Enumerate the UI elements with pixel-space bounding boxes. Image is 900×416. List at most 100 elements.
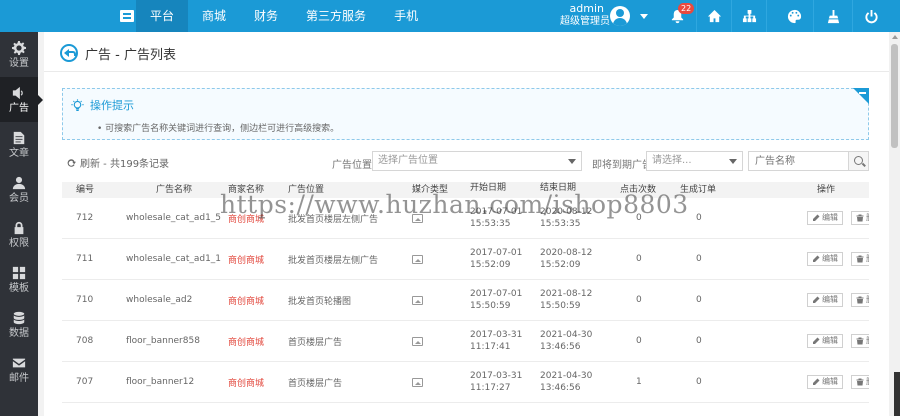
edit-button[interactable]: 编辑 (807, 334, 843, 348)
cell-position: 批发首页楼层左侧广告 (288, 214, 379, 225)
sidebar-item-ads[interactable]: 广告 (0, 77, 43, 122)
cell-clicks: 0 (636, 213, 642, 223)
image-icon[interactable] (412, 336, 423, 346)
cell-end: 2021-08-12 15:50:59 (540, 288, 620, 312)
delete-label: 删除 (866, 376, 869, 388)
sidebar-item-templates[interactable]: 模板 (0, 257, 38, 302)
header-clicks[interactable]: 点击次数 (620, 182, 680, 198)
header-end[interactable]: 结束日期 (540, 182, 620, 198)
nav-item-mall[interactable]: 商城 (188, 0, 240, 32)
image-icon[interactable] (412, 377, 423, 387)
cell-merchant[interactable]: 商创商城 (228, 335, 288, 348)
nav-item-platform[interactable]: 平台 (136, 0, 189, 32)
delete-button[interactable]: 删除 (851, 334, 869, 348)
edit-icon (813, 378, 820, 385)
logout-button[interactable] (856, 0, 886, 32)
home-button[interactable] (699, 0, 729, 32)
edit-button[interactable]: 编辑 (807, 252, 843, 266)
start-time: 15:50:59 (470, 301, 511, 311)
sitemap-button[interactable] (734, 0, 764, 32)
header-orders[interactable]: 生成订单 (680, 182, 773, 198)
avatar[interactable] (610, 6, 630, 26)
sidebar-item-label: 设置 (9, 57, 29, 69)
cell-name: floor_banner858 (126, 336, 200, 346)
lock-icon (14, 221, 24, 234)
delete-button[interactable]: 删除 (851, 211, 869, 225)
delete-button[interactable]: 删除 (851, 252, 869, 266)
cell-start: 2017-03-31 11:17:41 (470, 329, 540, 353)
header-id[interactable]: 编号 (62, 182, 114, 198)
edit-button[interactable]: 编辑 (807, 375, 843, 389)
nav-item-mobile[interactable]: 手机 (380, 0, 432, 32)
cell-orders: 0 (696, 377, 702, 387)
collapse-tips-button[interactable] (853, 88, 869, 104)
user-role: 超级管理员 (560, 16, 610, 27)
start-date: 2017-07-01 (470, 248, 523, 258)
image-icon[interactable] (412, 213, 423, 223)
cell-merchant[interactable]: 商创商城 (228, 294, 288, 307)
chevron-down-icon[interactable] (640, 14, 648, 19)
scrollbar-thumb[interactable] (891, 44, 898, 148)
cell-merchant[interactable]: 商创商城 (228, 253, 288, 266)
theme-button[interactable] (779, 0, 809, 32)
cell-media (412, 295, 470, 305)
header-name[interactable]: 广告名称 (114, 182, 228, 198)
cell-ops: 编辑 删除 (773, 252, 869, 266)
sidebar-item-mail[interactable]: 邮件 (0, 347, 38, 392)
notification-badge: 22 (678, 3, 695, 14)
start-date: 2017-03-31 (470, 330, 523, 340)
edit-button[interactable]: 编辑 (807, 211, 843, 225)
cell-merchant[interactable]: 商创商城 (228, 376, 288, 389)
header-start[interactable]: 开始日期 (470, 182, 540, 198)
sidebar-item-articles[interactable]: 文章 (0, 122, 38, 167)
back-button[interactable] (60, 44, 78, 62)
sidebar-item-members[interactable]: 会员 (0, 167, 38, 212)
cell-clicks: 1 (636, 377, 642, 387)
edit-label: 编辑 (822, 213, 838, 222)
tips-title: 操作提示 (71, 97, 134, 113)
cell-start: 2017-07-01 15:53:35 (470, 206, 540, 230)
edit-icon (813, 337, 820, 344)
cell-id: 710 (76, 295, 94, 305)
cell-orders: 0 (696, 254, 702, 264)
sidebar-item-data[interactable]: 数据 (0, 302, 38, 347)
sidebar-item-label: 数据 (9, 327, 29, 339)
search-button[interactable] (848, 151, 869, 171)
cell-media (412, 377, 470, 387)
menu-toggle-icon[interactable] (120, 10, 134, 22)
nav-item-third-party[interactable]: 第三方服务 (292, 0, 380, 32)
chevron-down-icon (729, 159, 737, 164)
edit-button[interactable]: 编辑 (807, 293, 843, 307)
nav-item-finance[interactable]: 财务 (240, 0, 292, 32)
sidebar-item-label: 权限 (9, 237, 29, 249)
cell-id: 707 (76, 377, 94, 387)
scroll-up-arrow[interactable] (892, 35, 898, 39)
table-row: 708 floor_banner858 商创商城 首页楼层广告 2017-03-… (62, 321, 869, 362)
chevron-down-icon (568, 159, 576, 164)
table-row: 710 wholesale_ad2 商创商城 批发首页轮播图 2017-07-0… (62, 280, 869, 321)
sidebar-item-label: 模板 (9, 282, 29, 294)
position-select[interactable]: 选择广告位置 (372, 151, 582, 171)
clear-cache-button[interactable] (818, 0, 848, 32)
cell-id: 712 (76, 213, 94, 223)
user-info[interactable]: admin 超级管理员 (560, 3, 610, 28)
image-icon[interactable] (412, 295, 423, 305)
search-input[interactable] (748, 151, 849, 171)
scrollbar[interactable] (889, 32, 900, 416)
cell-clicks: 0 (636, 295, 642, 305)
cell-merchant[interactable]: 商创商城 (228, 212, 288, 225)
expiring-select[interactable]: 请选择... (646, 151, 743, 171)
trash-icon (856, 296, 864, 304)
sidebar-item-settings[interactable]: 设置 (0, 32, 38, 77)
sidebar-item-permissions[interactable]: 权限 (0, 212, 38, 257)
notification-button[interactable]: 22 (662, 0, 695, 32)
end-date: 2021-08-12 (540, 289, 593, 299)
broom-icon (827, 9, 839, 23)
refresh-button[interactable]: 刷新 - 共199条记录 (66, 155, 169, 170)
delete-button[interactable]: 删除 (851, 375, 869, 389)
image-icon[interactable] (412, 254, 423, 264)
page-header: 广告 - 广告列表 (44, 32, 889, 72)
header-ops: 操作 (817, 185, 836, 195)
delete-button[interactable]: 删除 (851, 293, 869, 307)
cell-name: wholesale_cat_ad1_1 (126, 254, 222, 264)
